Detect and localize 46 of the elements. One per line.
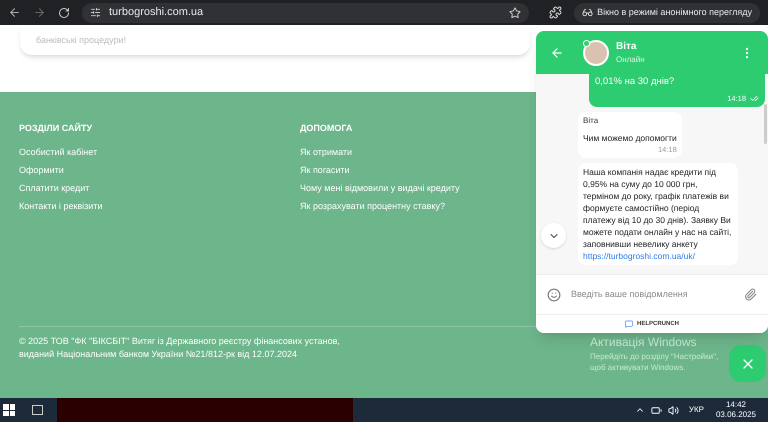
activation-text: Перейдіть до розділу "Настройки", щоб активувати Windows. [590,351,720,373]
footer-link[interactable]: Сплатити кредит [19,182,90,194]
footer-link[interactable]: Як отримати [300,146,352,158]
address-bar[interactable]: turbogroshi.com.ua [82,2,530,22]
bookmark-star-icon[interactable] [509,6,522,18]
message-text: Наша компанія надає кредити під 0,95% на суму до 10 000 грн, терміном до року, графік платежів ви формуєте самостійно (період платежу від 10 до 30 днів). Заявку Ви можете подати онлайн у нас на сайті, заповнивши невелику анкету [583,166,732,250]
task-view-icon[interactable] [32,405,43,415]
url-text: turbogroshi.com.ua [109,5,204,20]
avatar [583,40,609,66]
copyright-text: © 2025 ТОВ "ФК "БІКСБІТ" Витяг із Державного реєстру фінансових установ, [19,334,341,348]
helpcrunch-logo-icon [625,320,633,328]
message-input[interactable]: Введіть ваше повідомлення [571,288,734,302]
message-author: Віта [583,114,600,126]
message-text: 0,01% на 30 днів? [595,75,676,89]
footer-heading: ДОПОМОГА [300,122,354,135]
footer-link[interactable]: Як розрахувати процентну ставку? [300,200,445,212]
forward-icon[interactable] [33,6,46,19]
battery-icon[interactable] [650,404,662,416]
footer-link[interactable]: Чому мені відмовили у видачі кредиту [300,182,460,194]
copyright-text: виданий Національним банком України №21/812-рк від 12.07.2024 [19,348,298,360]
card-text: банківські процедури! [36,35,126,45]
site-settings-icon[interactable] [90,7,101,18]
agent-status: Онлайн [616,54,646,66]
clock-date[interactable]: 03.06.2025 [716,410,756,420]
clock-time[interactable]: 14:42 [726,400,746,410]
incognito-pill[interactable]: Вікно в режимі анонімного перегляду [574,2,760,22]
back-icon[interactable] [8,6,21,19]
footer-link[interactable]: Особистий кабінет [19,146,98,158]
message-text: Чим можемо допомогти [583,132,677,144]
windows-logo-icon[interactable] [3,404,15,416]
incognito-icon [582,7,594,18]
extensions-icon[interactable] [549,6,562,19]
footer-link[interactable]: Оформити [19,164,64,176]
attach-icon[interactable] [744,288,757,301]
activation-title: Активація Windows [590,334,698,351]
incognito-label: Вікно в режимі анонімного перегляду [597,6,752,19]
volume-icon[interactable] [668,404,679,416]
scrollbar [764,104,767,144]
message-link[interactable]: https://turbogroshi.com.ua/uk/ [583,250,695,262]
reload-icon[interactable] [58,6,70,18]
agent-name: Віта [616,40,638,54]
footer-link[interactable]: Контакти і реквізити [19,200,102,212]
language-indicator[interactable]: УКР [688,404,704,416]
footer-heading: РОЗДІЛИ САЙТУ [19,122,94,135]
footer-link[interactable]: Як погасити [300,164,350,176]
emoji-icon[interactable] [547,288,561,302]
